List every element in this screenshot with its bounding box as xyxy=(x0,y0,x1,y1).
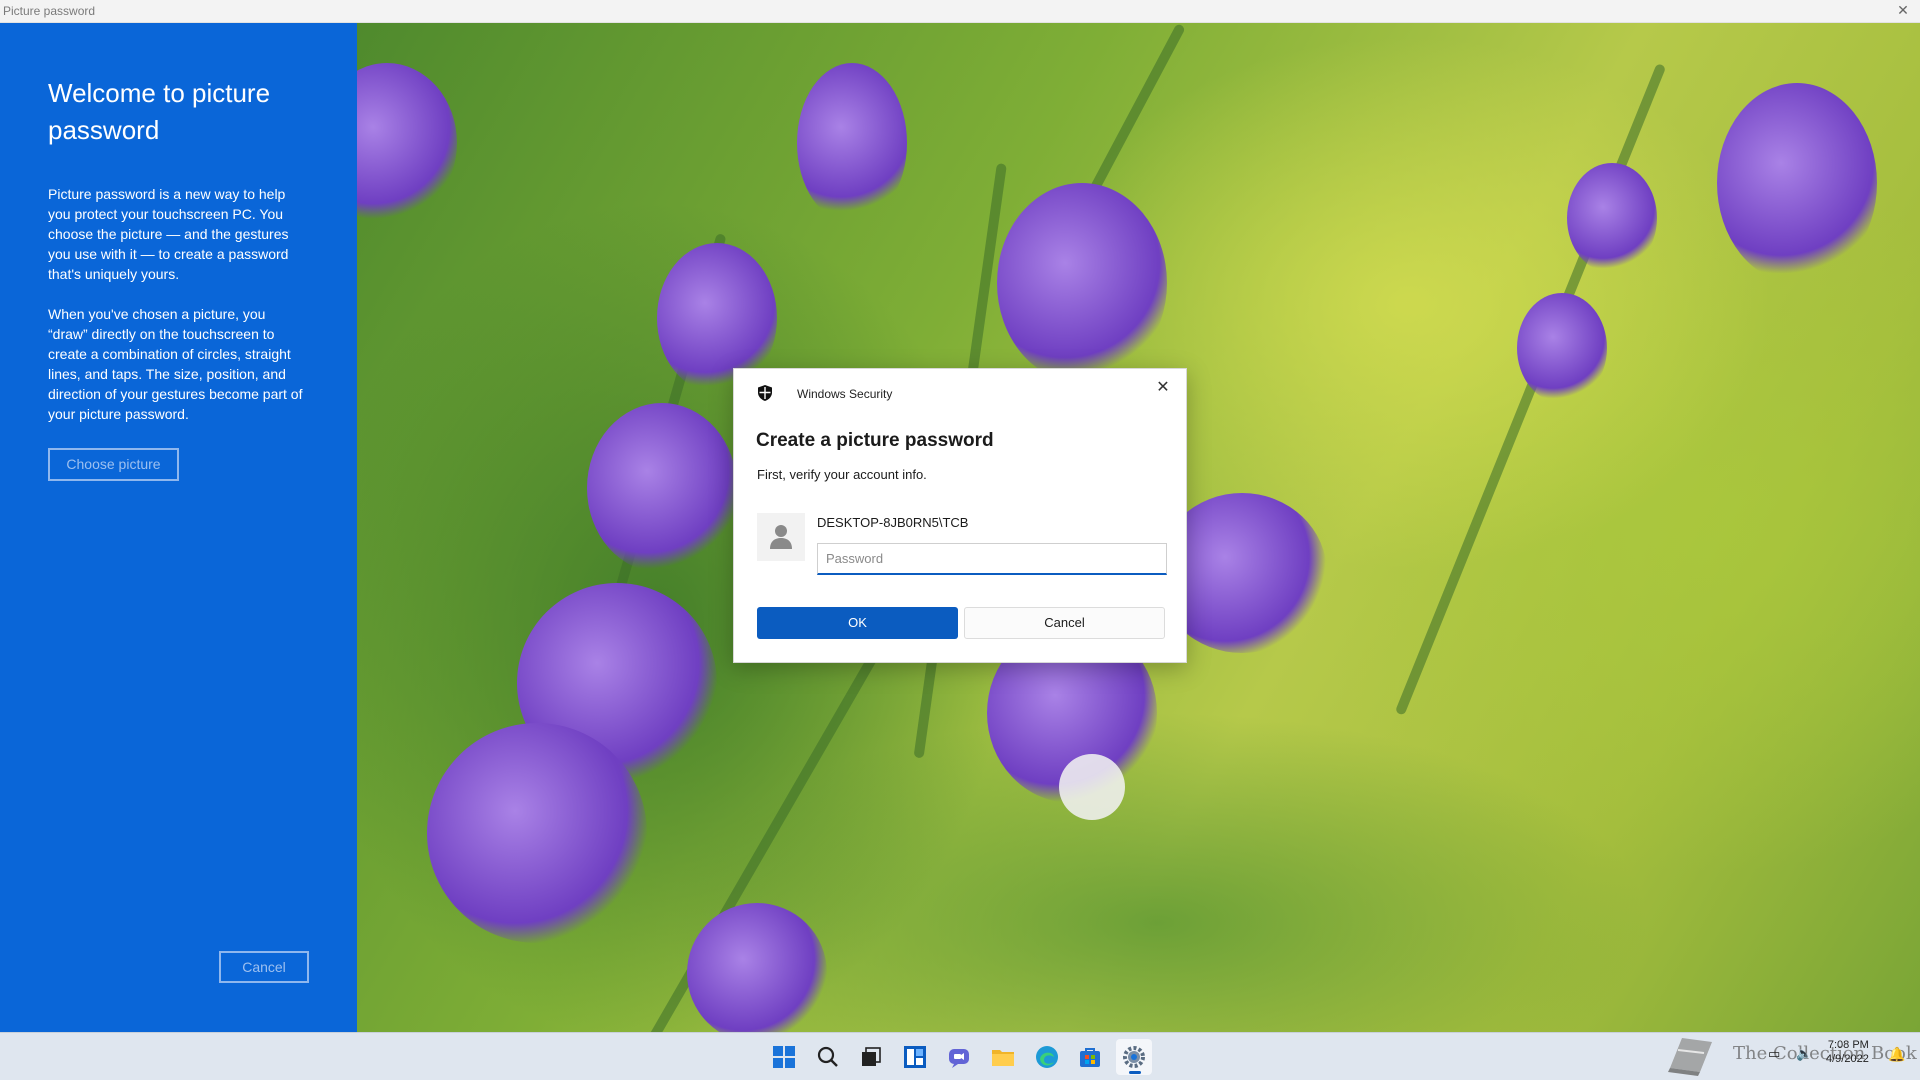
panel-cancel-button[interactable]: Cancel xyxy=(219,951,309,983)
touch-indicator xyxy=(1059,754,1125,820)
taskbar xyxy=(0,1032,1920,1080)
choose-picture-button[interactable]: Choose picture xyxy=(48,448,179,481)
lavender-bloom xyxy=(357,63,457,223)
start-icon[interactable] xyxy=(766,1039,802,1075)
dialog-cancel-button[interactable]: Cancel xyxy=(964,607,1165,639)
user-icon xyxy=(770,525,792,549)
file-explorer-icon[interactable] xyxy=(985,1039,1021,1075)
lavender-bloom xyxy=(1517,293,1607,403)
search-icon[interactable] xyxy=(810,1039,846,1075)
lavender-bloom xyxy=(797,63,907,223)
stem xyxy=(1394,63,1667,716)
password-input[interactable] xyxy=(817,543,1167,575)
widgets-icon[interactable] xyxy=(897,1039,933,1075)
lavender-bloom xyxy=(687,903,827,1032)
task-view-icon[interactable] xyxy=(853,1039,889,1075)
chat-icon[interactable] xyxy=(941,1039,977,1075)
shield-icon xyxy=(756,384,774,402)
dialog-heading: Create a picture password xyxy=(756,430,994,451)
left-info-panel: Welcome to picture password Picture pass… xyxy=(0,23,357,1032)
panel-heading: Welcome to picture password xyxy=(48,78,271,145)
account-name: DESKTOP-8JB0RN5\TCB xyxy=(817,515,969,530)
clock-time: 7:08 PM xyxy=(1827,1039,1869,1051)
windows-security-dialog: Windows Security ✕ Create a picture pass… xyxy=(733,368,1187,663)
window-close-button[interactable]: ✕ xyxy=(1894,1,1912,19)
panel-paragraph-1: Picture password is a new way to help yo… xyxy=(48,186,289,282)
window-title: Picture password xyxy=(3,4,96,18)
lavender-bloom xyxy=(427,723,647,943)
ok-button[interactable]: OK xyxy=(757,607,958,639)
notification-bell-icon[interactable]: 🔔 xyxy=(1888,1046,1905,1080)
dialog-subtitle: First, verify your account info. xyxy=(757,467,927,482)
edge-icon[interactable] xyxy=(1029,1039,1065,1075)
lavender-bloom xyxy=(997,183,1167,383)
volume-icon[interactable]: 🔈 xyxy=(1796,1046,1812,1080)
window-titlebar: Picture password ✕ xyxy=(0,0,1920,23)
network-icon[interactable]: ▭ xyxy=(1768,1046,1780,1080)
dialog-title: Windows Security xyxy=(797,387,893,401)
lavender-bloom xyxy=(1717,83,1877,283)
lavender-bloom xyxy=(587,403,737,573)
book-logo-icon xyxy=(1664,1030,1720,1078)
system-clock[interactable]: 7:08 PM 4/9/2022 xyxy=(1826,1038,1869,1066)
user-avatar xyxy=(757,513,805,561)
store-icon[interactable] xyxy=(1072,1039,1108,1075)
clock-date: 4/9/2022 xyxy=(1826,1053,1869,1065)
settings-icon[interactable] xyxy=(1116,1039,1152,1075)
dialog-close-button[interactable]: ✕ xyxy=(1150,375,1176,401)
panel-paragraph-2: When you've chosen a picture, you “draw”… xyxy=(48,306,303,422)
lavender-bloom xyxy=(1567,163,1657,273)
